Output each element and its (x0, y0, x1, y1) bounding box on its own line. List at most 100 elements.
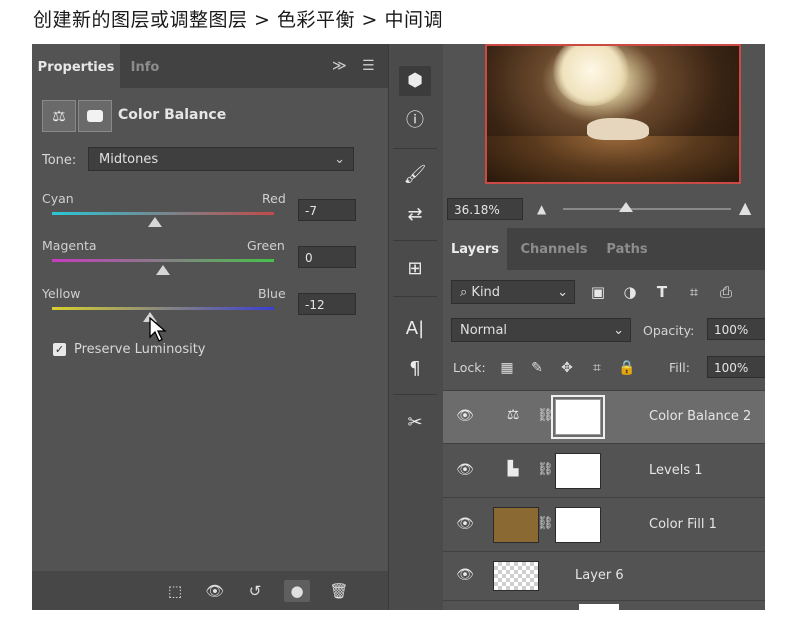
eye-icon[interactable]: 👁 (455, 462, 475, 478)
collapse-panel-icon[interactable]: ≫ (332, 58, 347, 74)
right-panels: 36.18% ▲ ▲ Layers Channels Paths ⌕ Kind … (443, 44, 765, 610)
histogram-icon: ▙ (507, 461, 519, 477)
preserve-luminosity-label: Preserve Luminosity (74, 342, 206, 357)
tab-properties[interactable]: Properties (32, 44, 120, 88)
adjustments-icon[interactable]: ⇄ (399, 200, 431, 230)
photoshop-screenshot: Properties Info ≫ ☰ ⚖ Color Balance Tone… (32, 44, 765, 610)
info-icon[interactable]: ⓘ (399, 106, 431, 136)
view-previous-state-icon[interactable]: 👁 (202, 580, 228, 602)
tab-layers[interactable]: Layers (443, 228, 507, 270)
layer-row-layer-6[interactable]: 👁 Layer 6 (443, 551, 765, 600)
scales-icon: ⚖ (506, 407, 520, 423)
layer-mask-thumbnail[interactable] (555, 507, 601, 543)
tone-label: Tone: (42, 153, 77, 168)
lock-image-pixels-icon[interactable]: ✎ (527, 358, 547, 378)
filter-pixel-icon[interactable]: ▣ (587, 282, 609, 302)
clip-to-layer-icon[interactable]: ⬚ (162, 580, 188, 602)
lock-label: Lock: (453, 360, 486, 375)
slider-blue-label: Blue (258, 286, 286, 301)
slider-green-label: Green (247, 238, 285, 253)
lock-position-icon[interactable]: ✥ (557, 358, 577, 378)
reset-icon[interactable]: ↺ (242, 580, 268, 602)
filter-adjustment-icon[interactable]: ◑ (619, 282, 641, 302)
slider-red-label: Red (262, 191, 286, 206)
clone-source-icon[interactable]: ⊞ (399, 254, 431, 284)
layer-mask-thumbnail[interactable] (555, 453, 601, 489)
chevron-down-icon: ⌄ (557, 285, 568, 300)
layer-row-color-balance-2[interactable]: 👁 ⚖ ⛓ Color Balance 2 (443, 390, 765, 443)
filter-type-icon[interactable]: T (651, 282, 673, 302)
chevron-down-icon: ⌄ (334, 152, 345, 167)
properties-footer: ⬚ 👁 ↺ ● 🗑 (32, 571, 388, 610)
link-icon[interactable]: ⛓ (537, 462, 554, 477)
opacity-label: Opacity: (643, 323, 695, 338)
layer-row-levels-1[interactable]: 👁 ▙ ⛓ Levels 1 (443, 443, 765, 497)
character-icon[interactable]: A| (399, 314, 431, 344)
zoom-slider-thumb[interactable] (619, 202, 633, 212)
layer-name[interactable]: Layer 6 (575, 568, 624, 583)
lock-transparent-pixels-icon[interactable]: ▦ (497, 358, 517, 378)
page-caption: 创建新的图层或调整图层 > 色彩平衡 > 中间调 (33, 9, 443, 31)
yellow-blue-value-input[interactable]: -12 (298, 293, 356, 315)
tab-paths[interactable]: Paths (597, 228, 657, 270)
layer-row-color-fill-1[interactable]: 👁 ⛓ Color Fill 1 (443, 497, 765, 551)
adjustment-title: Color Balance (118, 107, 227, 123)
trash-icon[interactable]: 🗑 (326, 580, 352, 602)
paragraph-icon[interactable]: ¶ (399, 354, 431, 384)
link-icon[interactable]: ⛓ (537, 516, 554, 531)
eye-icon[interactable]: 👁 (455, 567, 475, 583)
transparent-layer-thumbnail[interactable] (493, 561, 539, 591)
tab-channels[interactable]: Channels (511, 228, 597, 270)
slider-yellow-label: Yellow (42, 286, 81, 301)
cyan-red-slider-thumb[interactable] (148, 217, 163, 227)
eye-icon[interactable]: 👁 (455, 516, 475, 532)
layer-name[interactable]: Color Fill 1 (649, 517, 717, 532)
opacity-input[interactable]: 100% (707, 318, 765, 340)
filter-smart-object-icon[interactable]: ⎙ (715, 282, 737, 302)
layer-row-partial[interactable] (443, 600, 765, 610)
preserve-luminosity-checkbox[interactable]: ✓ (53, 343, 66, 356)
zoom-input[interactable]: 36.18% (447, 198, 523, 220)
moon-glow (553, 46, 629, 106)
tab-info[interactable]: Info (120, 44, 170, 88)
fill-label: Fill: (669, 360, 690, 375)
tone-select[interactable]: Midtones ⌄ (88, 147, 354, 171)
filter-shape-icon[interactable]: ⌗ (683, 282, 705, 302)
filter-kind-select[interactable]: ⌕ Kind ⌄ (451, 280, 575, 304)
navigator-zoom-row: 36.18% ▲ ▲ (443, 194, 765, 224)
cyan-red-slider-track[interactable] (52, 212, 274, 215)
magenta-green-slider-thumb[interactable] (156, 265, 170, 275)
eye-icon[interactable]: 👁 (455, 408, 475, 424)
toggle-visibility-icon[interactable]: ● (284, 580, 310, 602)
3d-cube-icon[interactable]: ⬢ (399, 66, 431, 96)
layer-mask-thumbnail[interactable] (551, 395, 605, 439)
blend-mode-select[interactable]: Normal ⌄ (451, 318, 631, 342)
zoom-out-icon[interactable]: ▲ (537, 202, 546, 216)
magenta-green-slider-track[interactable] (52, 259, 274, 262)
color-fill-thumbnail[interactable] (493, 507, 539, 543)
scales-icon: ⚖ (42, 100, 76, 132)
properties-tab-bar: Properties Info ≫ ☰ (32, 44, 388, 88)
brush-presets-icon[interactable]: 🖌 (399, 160, 431, 190)
search-icon: ⌕ (460, 285, 472, 300)
properties-panel: Properties Info ≫ ☰ ⚖ Color Balance Tone… (32, 44, 388, 610)
layer-name[interactable]: Levels 1 (649, 463, 703, 478)
panel-menu-icon[interactable]: ☰ (362, 58, 375, 74)
layer-name[interactable]: Color Balance 2 (649, 409, 751, 424)
slider-magenta-label: Magenta (42, 238, 97, 253)
yellow-blue-slider-track[interactable] (52, 307, 274, 310)
link-icon[interactable]: ⛓ (537, 408, 554, 423)
zoom-slider-track[interactable] (563, 208, 731, 210)
tools-icon[interactable]: ✂ (399, 408, 431, 438)
navigator-preview[interactable] (485, 44, 741, 184)
cyan-red-value-input[interactable]: -7 (298, 199, 356, 221)
lock-artboard-icon[interactable]: ⌗ (587, 358, 607, 378)
zoom-in-icon[interactable]: ▲ (739, 198, 751, 217)
fill-input[interactable]: 100% (707, 356, 765, 378)
magenta-green-value-input[interactable]: 0 (298, 246, 356, 268)
layer-mask-icon[interactable] (78, 100, 112, 132)
blend-mode-value: Normal (460, 323, 508, 338)
lock-all-icon[interactable]: 🔒 (617, 358, 637, 378)
deer (587, 118, 649, 140)
filter-kind-value: Kind (471, 285, 501, 300)
